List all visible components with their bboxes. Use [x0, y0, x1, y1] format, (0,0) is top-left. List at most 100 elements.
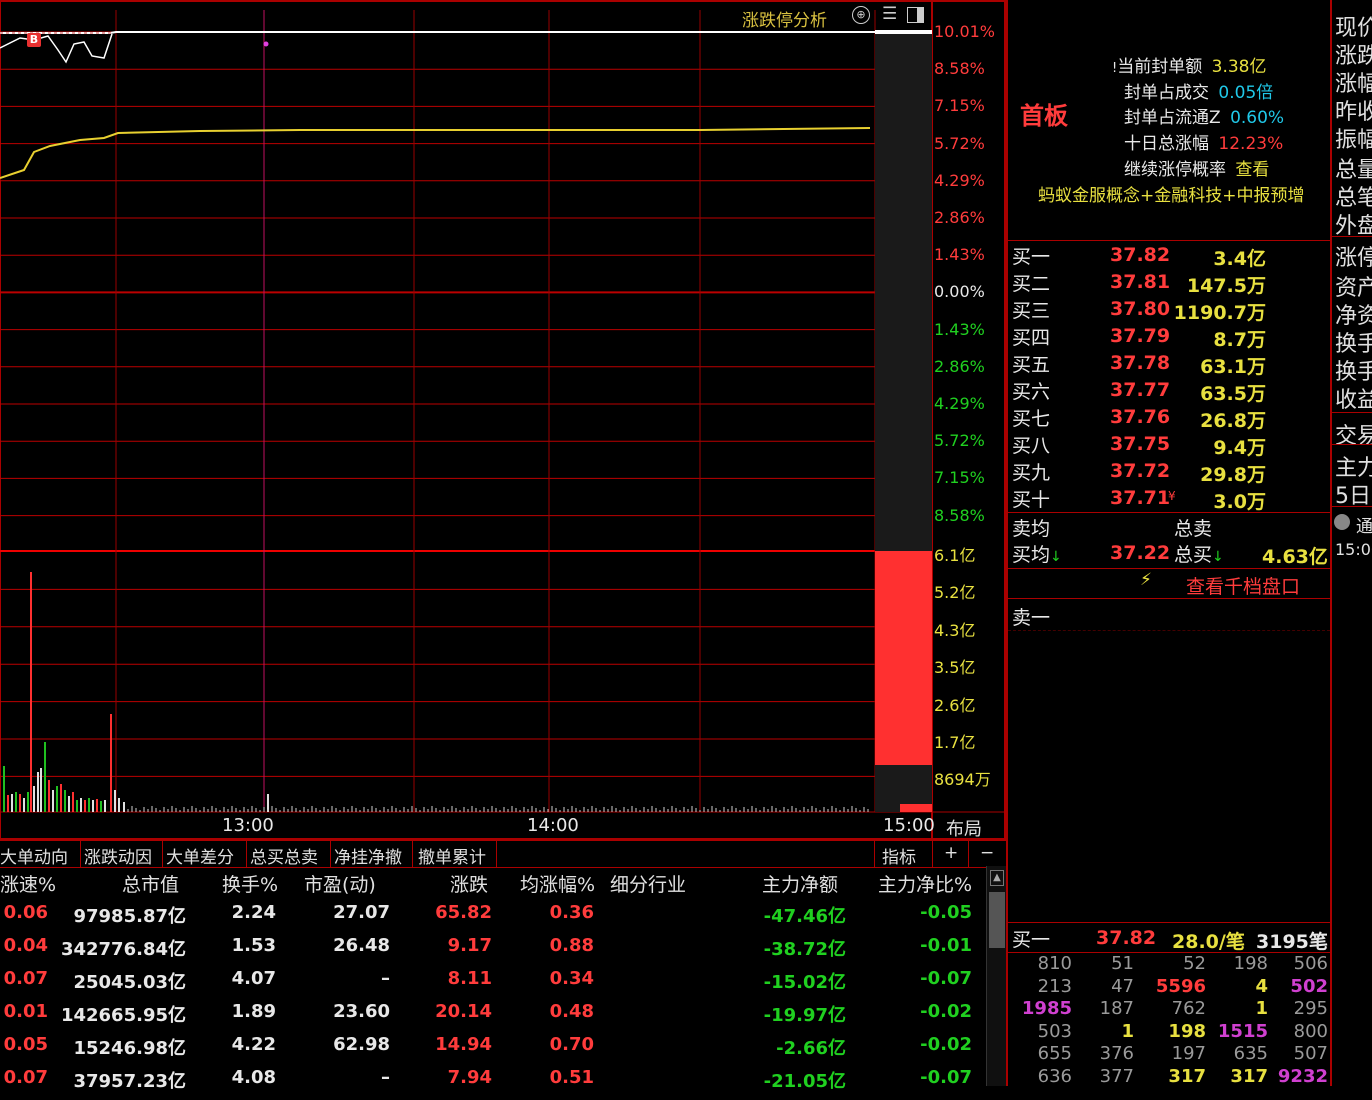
table-scrollbar[interactable]: ▲: [986, 866, 1007, 1086]
col-market-cap[interactable]: 总市值: [122, 870, 179, 897]
sell-avg-label: 卖均: [1012, 518, 1051, 540]
b-marker[interactable]: B: [27, 33, 41, 47]
tab-cancel-accum[interactable]: 撤单累计: [418, 843, 486, 868]
bid-level-label: 买六: [1012, 381, 1051, 403]
board-label: 首板: [1020, 102, 1068, 130]
expand-icon[interactable]: [1334, 514, 1350, 530]
bid-volume: 26.8万: [1200, 410, 1266, 432]
col-pe[interactable]: 市盈(动): [304, 870, 376, 897]
bid-row[interactable]: 买十 37.71 3.0万 ¥: [1008, 485, 1330, 513]
bid-volume: 147.5万: [1186, 275, 1266, 297]
pin-icon[interactable]: ⊕: [852, 6, 870, 24]
total-buy-label: 总买↓: [1174, 544, 1224, 566]
table-row[interactable]: 0.04 342776.84亿 1.53 26.48 9.17 0.88 -38.72亿 -0…: [0, 935, 986, 968]
table-cell: -38.72亿: [763, 939, 846, 960]
layout-button[interactable]: 布局: [946, 815, 982, 841]
col-main-net-ratio[interactable]: 主力净比%: [878, 870, 972, 897]
bid-row[interactable]: 买二 37.81 147.5万: [1008, 269, 1330, 297]
down-arrow-icon: ↓: [1050, 549, 1062, 565]
bid-row[interactable]: 买九 37.72 29.8万: [1008, 458, 1330, 486]
table-cell: -0.07: [920, 1067, 972, 1088]
bid-row[interactable]: 买七 37.76 26.8万: [1008, 404, 1330, 432]
table-row[interactable]: 0.06 97985.87亿 2.24 27.07 65.82 0.36 -47.46亿 -0…: [0, 902, 986, 935]
bid-row[interactable]: 买六 37.77 63.5万: [1008, 377, 1330, 405]
concept-tags[interactable]: 蚂蚁金服概念+金融科技+中报预增: [1038, 181, 1305, 206]
price-line: [0, 31, 875, 34]
bid-price: 37.76: [1110, 406, 1171, 428]
price-axis-label: 0.00%: [934, 282, 985, 302]
tab-big-order-trend[interactable]: 大单动向: [0, 843, 68, 868]
queue-order: 5596: [1155, 975, 1206, 997]
bid-price: 37.71: [1110, 487, 1171, 509]
queue-order: 635: [1233, 1043, 1268, 1064]
col-turnover[interactable]: 换手%: [222, 870, 278, 897]
tab-total-buy-sell[interactable]: 总买总卖: [250, 843, 318, 868]
table-row[interactable]: 0.07 37957.23亿 4.08 – 7.94 0.51 -21.05亿 -0.07: [0, 1067, 986, 1100]
detail-divider: [1332, 506, 1372, 507]
price-axis-label: 2.86%: [934, 356, 985, 376]
price-dip: [0, 33, 113, 64]
bid-row[interactable]: 买三 37.80 1190.7万: [1008, 296, 1330, 324]
table-cell: 62.98: [333, 1034, 390, 1055]
time-axis-label: 14:00: [527, 815, 579, 836]
volume-axis-label: 4.3亿: [934, 620, 976, 640]
bid-row[interactable]: 买一 37.82 3.4亿: [1008, 242, 1330, 270]
detail-label: 振幅: [1335, 128, 1372, 153]
bid-level-label: 买七: [1012, 408, 1051, 430]
time-axis-label: 13:00: [222, 815, 274, 836]
queue-order: 377: [1099, 1065, 1134, 1087]
tab-big-order-diff[interactable]: 大单差分: [166, 843, 234, 868]
view-depth-link[interactable]: 查看千档盘口: [1186, 572, 1300, 599]
bid-level-label: 买九: [1012, 462, 1051, 484]
col-industry[interactable]: 细分行业: [610, 870, 686, 897]
col-avg-change[interactable]: 均涨幅%: [520, 870, 595, 897]
bid-row[interactable]: 买八 37.75 9.4万: [1008, 431, 1330, 459]
scroll-up-icon[interactable]: ▲: [990, 870, 1004, 886]
col-change[interactable]: 涨跌: [450, 870, 488, 897]
menu-icon[interactable]: ☰: [882, 4, 897, 24]
zoom-out-button[interactable]: −: [980, 843, 994, 863]
table-cell: 342776.84亿: [60, 939, 186, 960]
intraday-chart[interactable]: [0, 0, 1006, 840]
detail-label: 涨停: [1335, 246, 1372, 271]
queue-order: 1515: [1217, 1020, 1268, 1042]
bid-row[interactable]: 买四 37.79 8.7万: [1008, 323, 1330, 351]
table-cell: -19.97亿: [763, 1005, 846, 1026]
queue-order: 655: [1037, 1043, 1072, 1064]
volume-axis-label: 8694万: [934, 770, 991, 790]
chart-title[interactable]: 涨跌停分析: [742, 6, 827, 31]
bid-volume: 8.7万: [1213, 329, 1266, 351]
table-cell: 0.70: [549, 1034, 594, 1055]
table-cell: 1.89: [231, 1001, 276, 1022]
table-cell: 142665.95亿: [60, 1005, 186, 1026]
indicator-button[interactable]: 指标: [882, 843, 916, 868]
queue-order: 295: [1293, 998, 1328, 1019]
tab-bar: 大单动向 涨跌动因 大单差分 总买总卖 净挂净撤 撤单累计 指标 + −: [0, 840, 1006, 868]
col-speed[interactable]: 涨速%: [0, 870, 56, 897]
price-axis-label: 5.72%: [934, 431, 985, 451]
queue-count: 3195笔: [1256, 931, 1328, 953]
bid-volume: 9.4万: [1213, 437, 1266, 459]
queue-order: 800: [1293, 1020, 1328, 1042]
lightning-icon: ⚡: [1140, 570, 1152, 590]
table-cell: 7.94: [447, 1067, 492, 1088]
tab-net-pending[interactable]: 净挂净撤: [334, 843, 402, 868]
table-cell: 15246.98亿: [73, 1038, 186, 1059]
bid-volume: 63.5万: [1200, 383, 1266, 405]
col-main-net[interactable]: 主力净额: [762, 870, 838, 897]
scroll-thumb[interactable]: [989, 892, 1005, 948]
info-continue-prob: 继续涨停概率 查看: [1124, 160, 1270, 180]
table-row[interactable]: 0.01 142665.95亿 1.89 23.60 20.14 0.48 -19.97亿 -…: [0, 1001, 986, 1034]
view-prob-link[interactable]: 查看: [1235, 160, 1269, 180]
table-cell: 4.22: [231, 1034, 276, 1055]
queue-order: 507: [1293, 1043, 1328, 1064]
detail-divider: [1332, 412, 1372, 413]
table-cell: -0.02: [920, 1034, 972, 1055]
table-row[interactable]: 0.05 15246.98亿 4.22 62.98 14.94 0.70 -2.66亿 -0.…: [0, 1034, 986, 1067]
panel-toggle-icon[interactable]: [907, 7, 924, 23]
tab-limit-reason[interactable]: 涨跌动因: [84, 843, 152, 868]
bid-row[interactable]: 买五 37.78 63.1万: [1008, 350, 1330, 378]
zoom-in-button[interactable]: +: [944, 843, 958, 863]
bid-volume: 63.1万: [1200, 356, 1266, 378]
table-row[interactable]: 0.07 25045.03亿 4.07 – 8.11 0.34 -15.02亿 -0.07: [0, 968, 986, 1001]
